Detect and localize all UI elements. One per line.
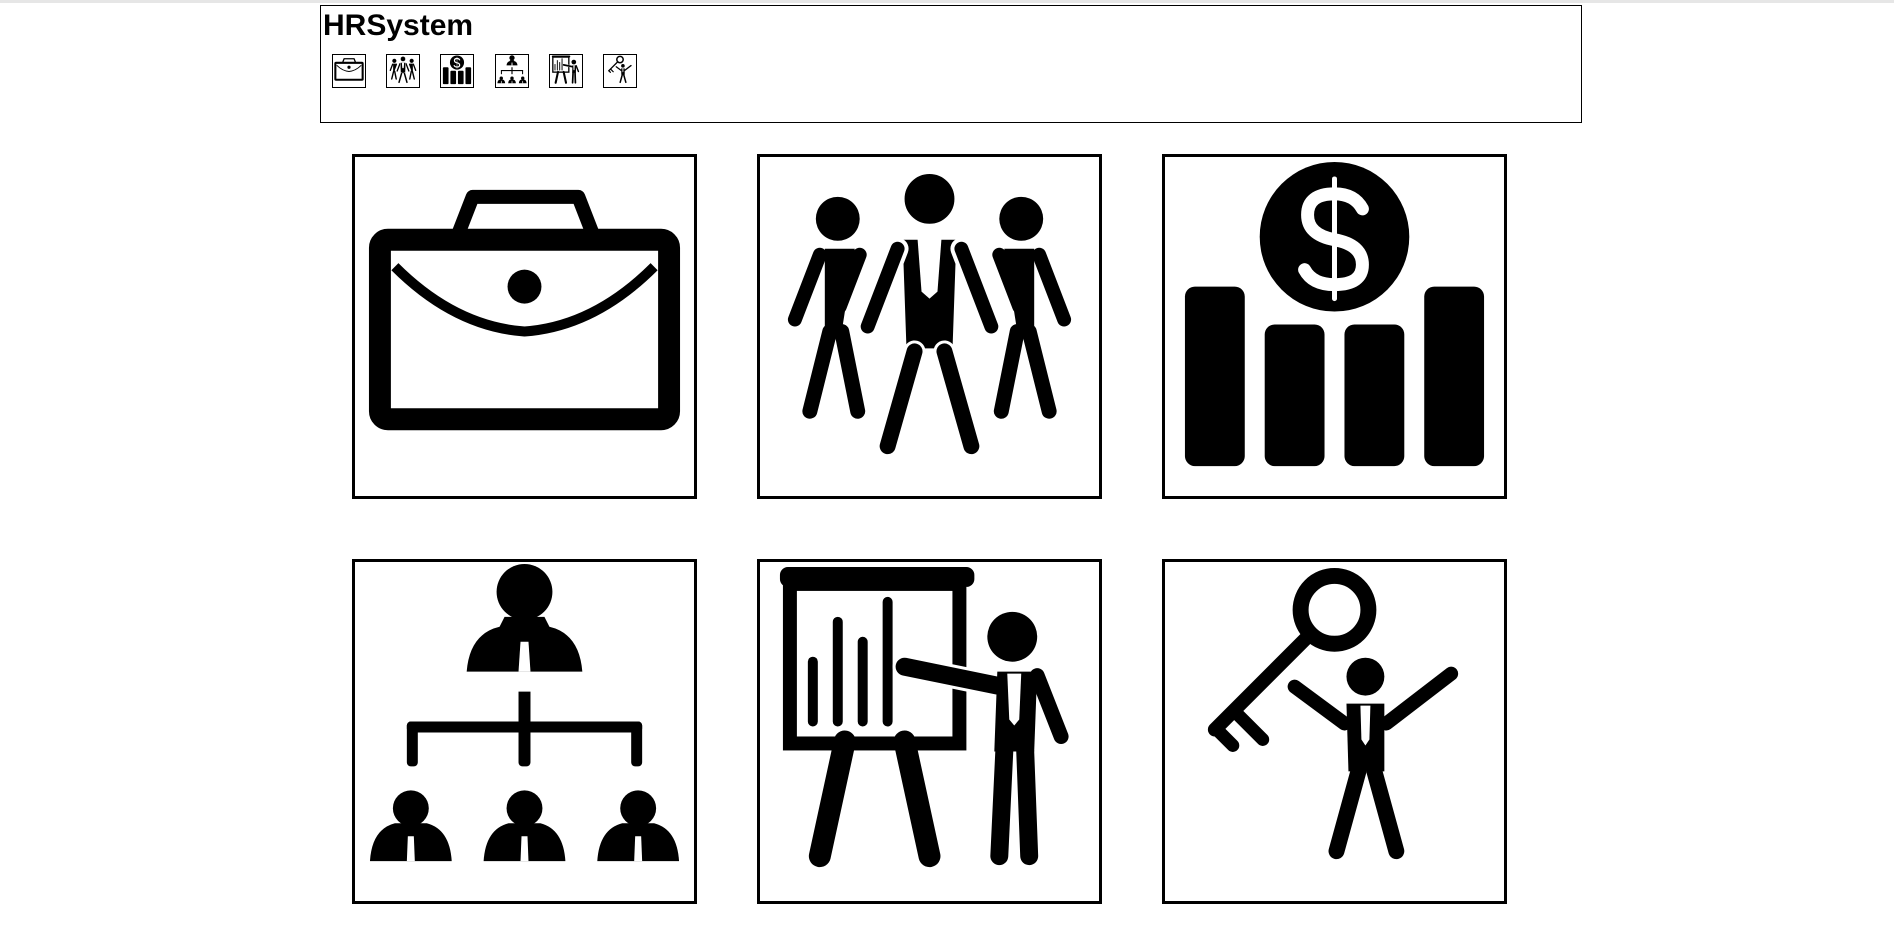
- team-icon: [387, 55, 419, 87]
- key-person-icon: [1165, 562, 1504, 901]
- nav-button-team[interactable]: [386, 54, 420, 88]
- presentation-icon: [550, 55, 582, 87]
- key-person-icon: [604, 55, 636, 87]
- briefcase-icon: [333, 55, 365, 87]
- app-title: HRSystem: [323, 9, 474, 42]
- app-header: HRSystem: [320, 5, 1582, 123]
- team-icon: [760, 157, 1099, 496]
- nav-button-payroll[interactable]: [440, 54, 474, 88]
- presentation-icon: [760, 562, 1099, 901]
- nav-button-org-chart[interactable]: [495, 54, 529, 88]
- nav-button-key-person[interactable]: [603, 54, 637, 88]
- tile-presentation[interactable]: [757, 559, 1102, 904]
- briefcase-icon: [355, 157, 694, 496]
- tile-team[interactable]: [757, 154, 1102, 499]
- payroll-icon: [1165, 157, 1504, 496]
- org-chart-icon: [496, 55, 528, 87]
- tile-payroll[interactable]: [1162, 154, 1507, 499]
- tile-org-chart[interactable]: [352, 559, 697, 904]
- org-chart-icon: [355, 562, 694, 901]
- tile-briefcase[interactable]: [352, 154, 697, 499]
- tile-key-person[interactable]: [1162, 559, 1507, 904]
- nav-button-presentation[interactable]: [549, 54, 583, 88]
- payroll-icon: [441, 55, 473, 87]
- top-divider: [0, 0, 1894, 3]
- nav-button-briefcase[interactable]: [332, 54, 366, 88]
